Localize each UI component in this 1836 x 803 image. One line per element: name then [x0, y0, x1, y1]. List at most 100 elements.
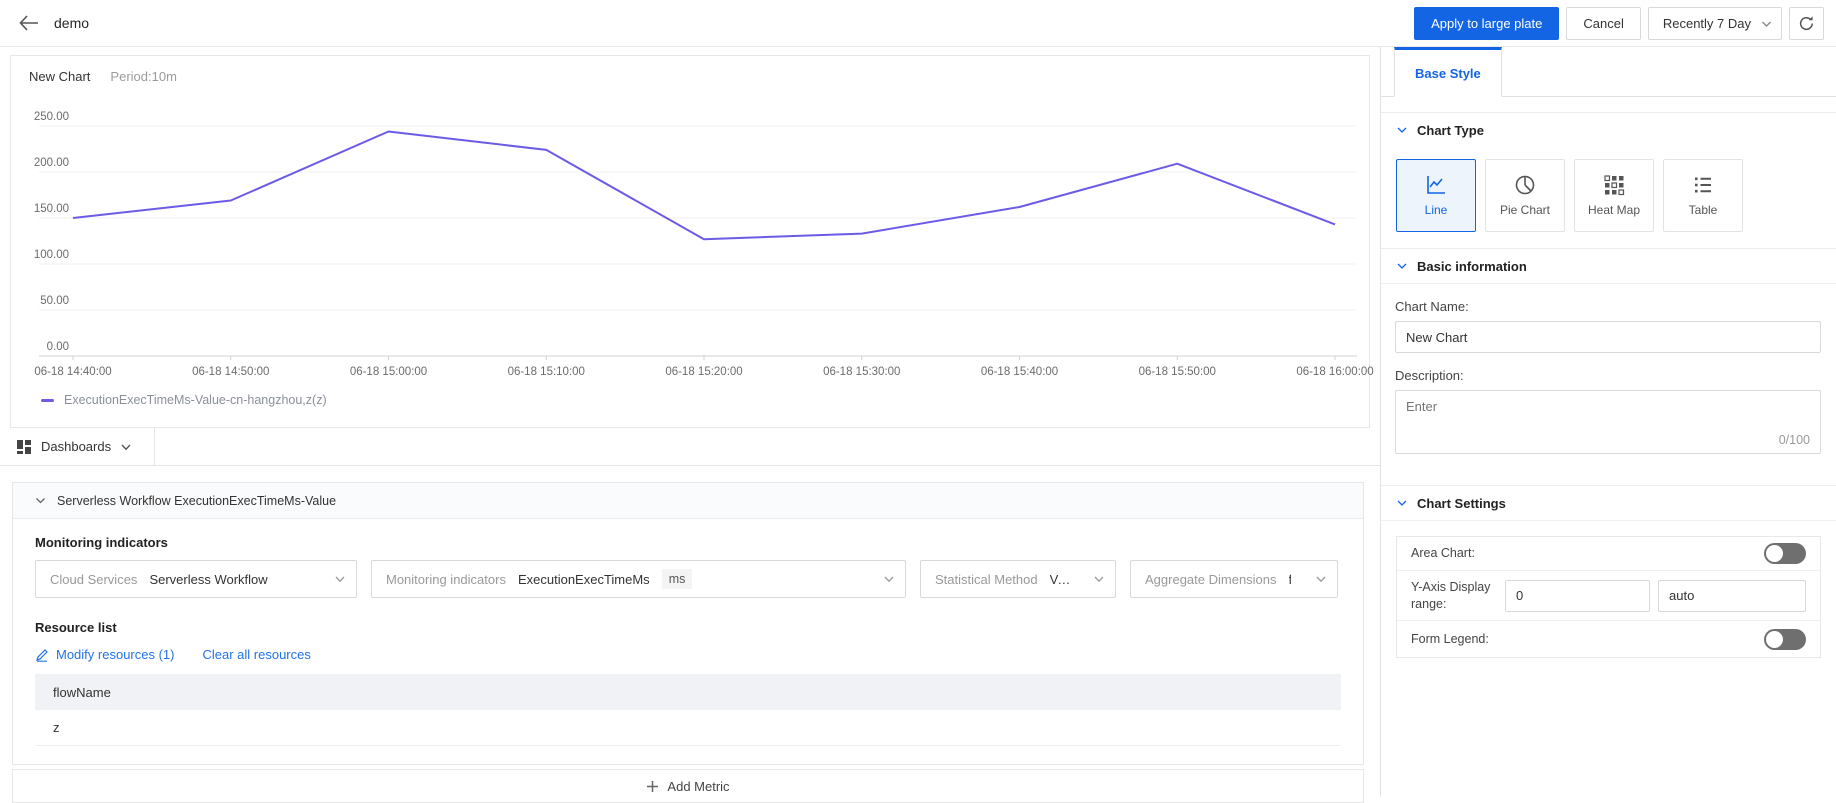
yaxis-range-label: Y-Axis Display range:: [1411, 579, 1491, 611]
chevron-down-icon: [1315, 574, 1326, 584]
chart-type-label: Pie Chart: [1499, 203, 1551, 217]
chart-type-heatmap[interactable]: Heat Map: [1574, 159, 1654, 232]
area-chart-row: Area Chart:: [1397, 537, 1820, 571]
selector-row: Cloud Services Serverless Workflow Monit…: [35, 560, 1341, 598]
pie-chart-icon: [1515, 175, 1535, 195]
table-list-icon: [1695, 177, 1711, 193]
svg-text:06-18 15:20:00: 06-18 15:20:00: [665, 366, 742, 378]
yaxis-range-row: Y-Axis Display range:: [1397, 571, 1820, 621]
chevron-down-icon: [1761, 19, 1771, 29]
line-chart-svg: 0.00 50.00 100.00 150.00 200.00 250.00 06-18 1…: [34, 111, 1374, 378]
chart-settings-section-header[interactable]: Chart Settings: [1381, 486, 1836, 521]
svg-text:06-18 15:50:00: 06-18 15:50:00: [1139, 366, 1216, 378]
chart-type-cards: Line Pie Chart Heat Map Table: [1396, 159, 1822, 232]
time-range-select[interactable]: Recently 7 Day: [1647, 7, 1782, 40]
dashboard-icon: [16, 439, 32, 455]
clear-all-resources-link[interactable]: Clear all resources: [202, 647, 310, 662]
form-legend-row: Form Legend:: [1397, 621, 1820, 657]
chart-type-label: Line: [1424, 203, 1448, 217]
resource-list-heading: Resource list: [35, 620, 117, 635]
section-title: Chart Type: [1417, 123, 1484, 138]
section-basic-information: Basic information Chart Name: Descriptio…: [1381, 248, 1836, 470]
svg-text:06-18 14:50:00: 06-18 14:50:00: [192, 366, 269, 378]
tab-base-style[interactable]: Base Style: [1394, 47, 1502, 97]
form-legend-toggle[interactable]: [1764, 628, 1806, 650]
chart-type-section-header[interactable]: Chart Type: [1395, 113, 1822, 147]
description-field: 0/100: [1395, 390, 1821, 454]
chart-card-header: New Chart Period:10m: [11, 56, 1369, 84]
add-metric-button[interactable]: Add Metric: [12, 769, 1364, 803]
heat-map-icon: [1604, 175, 1625, 196]
plus-icon: [647, 780, 659, 792]
chart-type-label: Heat Map: [1587, 203, 1641, 217]
line-chart: 0.00 50.00 100.00 150.00 200.00 250.00 06-18 1…: [25, 98, 1374, 388]
resource-table-header: flowName: [35, 674, 1341, 710]
dashboards-bar: Dashboards: [0, 428, 1380, 466]
svg-text:06-18 15:30:00: 06-18 15:30:00: [823, 366, 900, 378]
chart-type-table[interactable]: Table: [1663, 159, 1743, 232]
metric-config-panel: Serverless Workflow ExecutionExecTimeMs-…: [12, 482, 1364, 765]
svg-text:06-18 15:10:00: 06-18 15:10:00: [508, 366, 585, 378]
clear-all-resources-label: Clear all resources: [202, 647, 311, 662]
svg-text:06-18 15:40:00: 06-18 15:40:00: [981, 366, 1058, 378]
select-value: Value: [1049, 571, 1069, 587]
statistical-method-select[interactable]: Statistical Method Value: [920, 560, 1116, 598]
dashboards-dropdown[interactable]: Dashboards: [0, 428, 155, 465]
chart-preview-card: New Chart Period:10m 0.00 50.00 100.00 150.…: [10, 55, 1374, 428]
chart-name-label: Chart Name:: [1395, 299, 1469, 314]
cloud-service-select[interactable]: Cloud Services Serverless Workflow: [35, 560, 357, 598]
svg-text:0.00: 0.00: [47, 341, 69, 353]
legend-label: ExecutionExecTimeMs-Value-cn-hangzhou,z(…: [64, 393, 327, 407]
section-title: Chart Settings: [1417, 496, 1506, 511]
chevron-collapse-icon: [1397, 126, 1407, 136]
metric-panel-title: Serverless Workflow ExecutionExecTimeMs-…: [57, 493, 337, 508]
svg-text:06-18 14:40:00: 06-18 14:40:00: [34, 366, 111, 378]
description-textarea[interactable]: [1396, 391, 1820, 453]
svg-text:200.00: 200.00: [34, 157, 69, 169]
chart-type-label: Table: [1688, 203, 1718, 217]
chevron-down-icon: [334, 574, 345, 584]
back-arrow-icon[interactable]: [18, 11, 42, 35]
metric-select[interactable]: Monitoring indicators ExecutionExecTimeM…: [371, 560, 906, 598]
basic-information-section-header[interactable]: Basic information: [1381, 249, 1836, 284]
resource-table-row: z: [35, 710, 1341, 746]
area-chart-toggle[interactable]: [1764, 543, 1806, 564]
resource-links-row: Modify resources (1) Clear all resources: [35, 647, 1341, 662]
chevron-down-icon: [1093, 574, 1104, 584]
chevron-collapse-icon: [35, 496, 45, 506]
svg-text:06-18 15:00:00: 06-18 15:00:00: [350, 366, 427, 378]
select-value: flo...: [1289, 572, 1291, 587]
chevron-collapse-icon: [1397, 262, 1407, 272]
chart-name-input[interactable]: [1395, 321, 1821, 353]
dashboards-label: Dashboards: [41, 439, 112, 454]
select-value: Serverless Workflow: [149, 571, 268, 587]
chart-settings-box: Area Chart: Y-Axis Display range: Form L…: [1396, 536, 1821, 658]
select-label: Statistical Method: [935, 571, 1038, 587]
line-chart-icon: [1427, 176, 1445, 194]
select-label: Aggregate Dimensions: [1145, 571, 1277, 587]
svg-text:50.00: 50.00: [40, 295, 69, 307]
svg-text:250.00: 250.00: [34, 111, 69, 123]
pencil-icon: [36, 648, 48, 662]
metric-panel-header[interactable]: Serverless Workflow ExecutionExecTimeMs-…: [13, 483, 1363, 519]
page-title: demo: [54, 15, 90, 31]
resource-table: flowName z: [35, 674, 1341, 746]
svg-text:100.00: 100.00: [34, 249, 69, 261]
unit-badge: ms: [661, 569, 693, 589]
char-counter: 0/100: [1778, 433, 1810, 447]
refresh-button[interactable]: [1789, 7, 1824, 40]
legend-item[interactable]: ExecutionExecTimeMs-Value-cn-hangzhou,z(…: [41, 393, 327, 407]
chevron-down-icon: [120, 442, 131, 452]
yaxis-min-input[interactable]: [1505, 579, 1650, 612]
cancel-button[interactable]: Cancel: [1566, 7, 1641, 40]
modify-resources-link[interactable]: Modify resources (1): [35, 647, 174, 662]
aggregate-dimensions-select[interactable]: Aggregate Dimensions flo...: [1130, 560, 1338, 598]
yaxis-max-input[interactable]: [1658, 579, 1806, 612]
area-chart-label: Area Chart:: [1411, 546, 1475, 561]
time-range-value: Recently 7 Day: [1662, 16, 1751, 31]
section-title: Basic information: [1417, 259, 1527, 274]
svg-text:150.00: 150.00: [34, 203, 69, 215]
chart-type-pie[interactable]: Pie Chart: [1485, 159, 1565, 232]
chart-type-line[interactable]: Line: [1396, 159, 1476, 232]
apply-to-large-plate-button[interactable]: Apply to large plate: [1414, 7, 1560, 40]
